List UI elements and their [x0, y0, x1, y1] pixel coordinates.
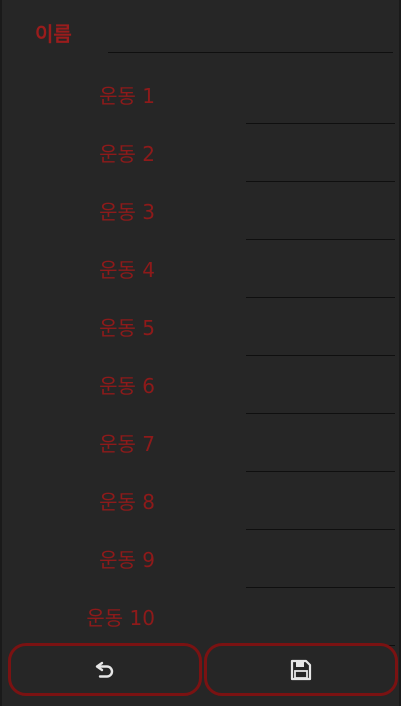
routine-edit-screen: 이름 운동 1 운동 2 운동 3 운동 4 운동 5 운동 6 운동 7 운동 8 운동 9 운…	[0, 0, 401, 706]
exercise-row: 운동 10	[2, 592, 401, 650]
exercise-input[interactable]	[246, 355, 395, 356]
exercise-label: 운동 4	[99, 258, 155, 282]
exercise-label: 운동 2	[99, 142, 155, 166]
save-button[interactable]	[204, 643, 398, 696]
exercise-label: 운동 9	[99, 548, 155, 572]
exercise-label: 운동 1	[99, 84, 155, 108]
exercise-row: 운동 5	[2, 302, 401, 360]
exercise-label: 운동 7	[99, 432, 155, 456]
exercise-row: 운동 8	[2, 476, 401, 534]
exercise-label: 운동 5	[99, 316, 155, 340]
exercise-input[interactable]	[246, 181, 395, 182]
exercise-row: 운동 7	[2, 418, 401, 476]
exercise-input[interactable]	[246, 529, 395, 530]
exercise-input[interactable]	[246, 413, 395, 414]
exercise-input[interactable]	[246, 123, 395, 124]
exercise-row: 운동 4	[2, 244, 401, 302]
exercise-label: 운동 3	[99, 200, 155, 224]
exercise-label: 운동 8	[99, 490, 155, 514]
exercise-row: 운동 3	[2, 186, 401, 244]
exercise-input[interactable]	[246, 471, 395, 472]
exercise-input[interactable]	[246, 239, 395, 240]
exercise-input[interactable]	[246, 587, 395, 588]
floppy-disk-icon	[290, 659, 312, 681]
exercise-row: 운동 2	[2, 128, 401, 186]
undo-arrow-icon	[94, 660, 116, 680]
exercise-label: 운동 10	[86, 606, 155, 630]
name-label: 이름	[35, 22, 72, 46]
exercise-label: 운동 6	[99, 374, 155, 398]
exercise-row: 운동 1	[2, 70, 401, 128]
name-input[interactable]	[108, 52, 393, 53]
exercise-input[interactable]	[246, 297, 395, 298]
back-button[interactable]	[8, 643, 202, 696]
exercise-row: 운동 9	[2, 534, 401, 592]
exercise-row: 운동 6	[2, 360, 401, 418]
